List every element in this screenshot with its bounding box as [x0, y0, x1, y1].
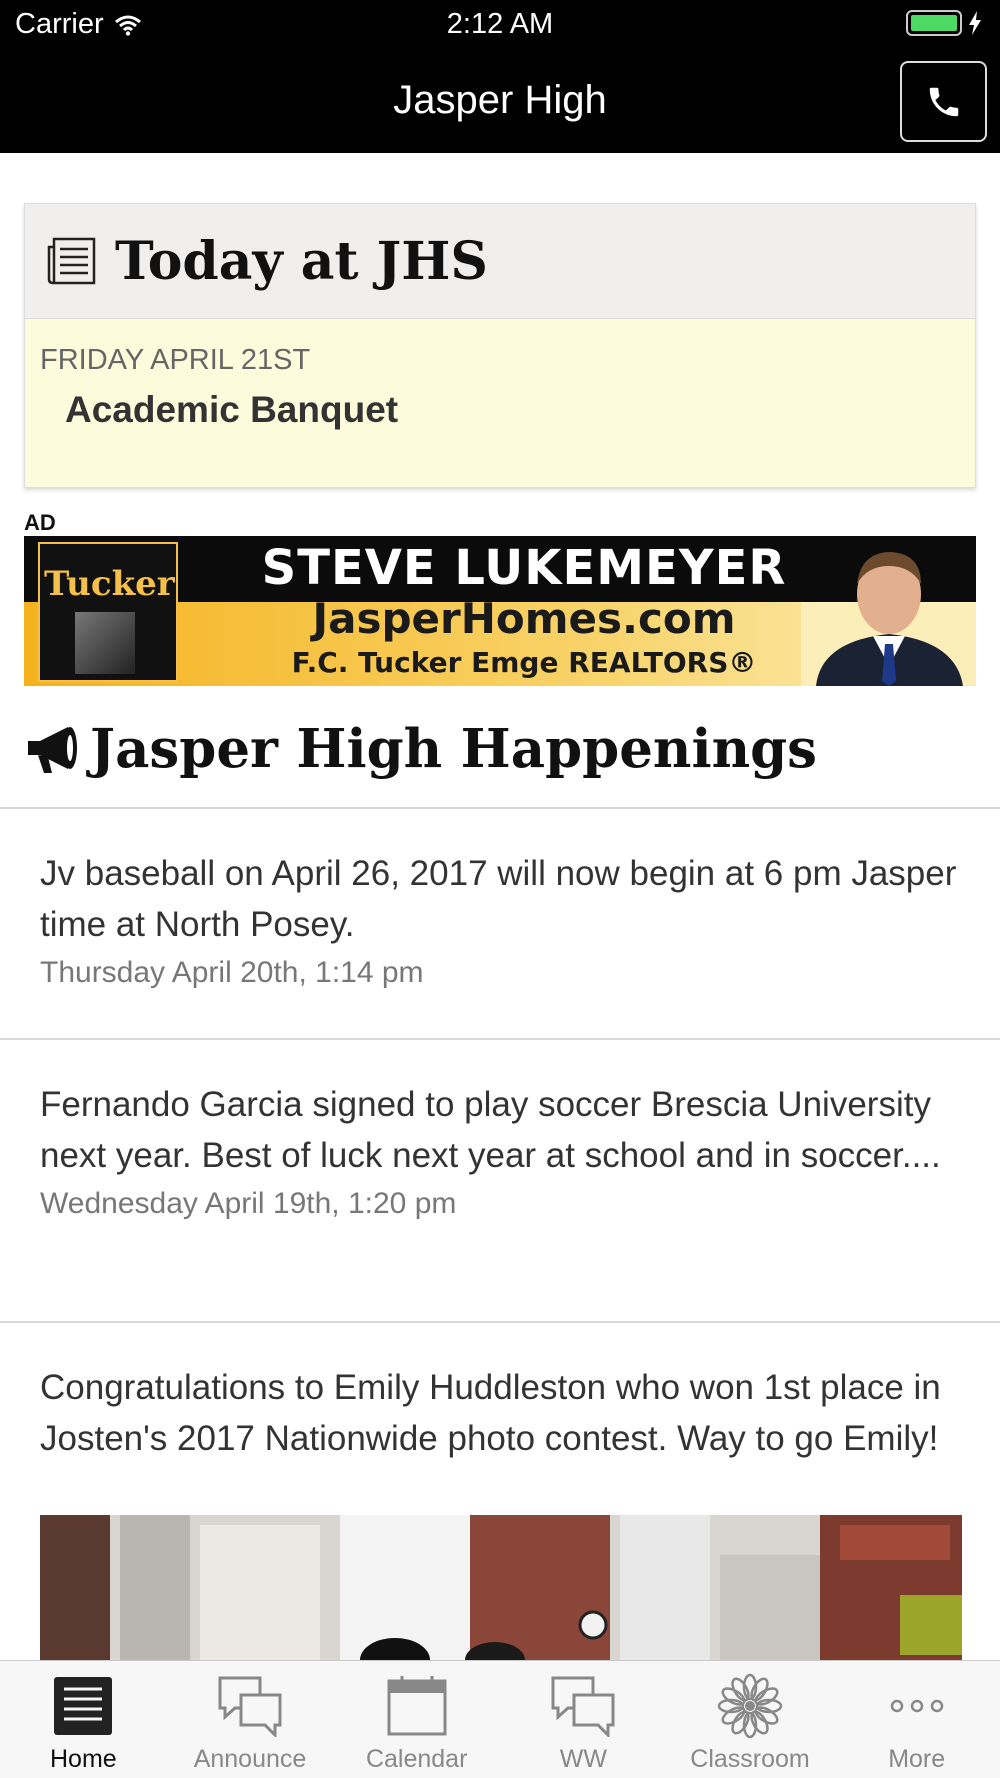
tab-more-label: More	[888, 1745, 946, 1773]
page-title: Jasper High	[393, 78, 607, 122]
ad-banner[interactable]: Tucker STEVE LUKEMEYER JasperHomes.com F…	[24, 536, 976, 686]
feed-item[interactable]: Congratulations to Emily Huddleston who …	[40, 1362, 970, 1464]
tab-more[interactable]: More	[833, 1661, 1000, 1778]
tab-announce-label: Announce	[193, 1745, 307, 1773]
ellipsis-icon	[890, 1699, 943, 1713]
today-card-header: Today at JHS	[25, 204, 975, 319]
battery-icon	[906, 10, 982, 36]
feed-item[interactable]: Jv baseball on April 26, 2017 will now b…	[40, 848, 970, 990]
happenings-title: Jasper High Happenings	[90, 718, 818, 780]
feed-item-photo[interactable]	[40, 1515, 962, 1660]
tab-home-label: Home	[49, 1745, 117, 1773]
tab-calendar[interactable]: Calendar	[333, 1661, 500, 1778]
call-button[interactable]	[900, 61, 987, 142]
newspaper-icon	[47, 237, 96, 285]
chat-bubbles-icon	[218, 1676, 282, 1737]
today-event[interactable]: Academic Banquet	[65, 389, 398, 431]
status-time: 2:12 AM	[446, 8, 554, 40]
tab-bar: Home Announce Calendar WW Classroom More	[0, 1660, 1000, 1778]
ad-website: JasperHomes.com	[312, 594, 736, 643]
ad-logo-text: Tucker	[44, 564, 175, 604]
ad-logo-image	[75, 612, 135, 674]
top-bar: Carrier 2:12 AM Jasper High	[0, 0, 1000, 153]
megaphone-icon	[28, 727, 77, 773]
calendar-icon	[387, 1676, 447, 1736]
tab-ww-label: WW	[559, 1745, 607, 1773]
today-date: FRIDAY APRIL 21ST	[40, 344, 311, 376]
home-list-icon	[54, 1677, 113, 1735]
agent-photo	[801, 536, 976, 686]
today-title: Today at JHS	[115, 230, 488, 292]
tab-home[interactable]: Home	[0, 1661, 167, 1778]
status-bar: Carrier 2:12 AM	[0, 0, 1000, 50]
ad-firm: F.C. Tucker Emge REALTORS®	[291, 646, 757, 679]
happenings-header: Jasper High Happenings	[24, 718, 817, 780]
ad-label: AD	[24, 510, 56, 535]
ad-agent-name: STEVE LUKEMEYER	[261, 540, 787, 596]
tab-calendar-label: Calendar	[365, 1745, 468, 1773]
feed-item-time: Thursday April 20th, 1:14 pm	[40, 956, 424, 989]
divider	[0, 1321, 1000, 1323]
feed-item-text: Fernando Garcia signed to play soccer Br…	[40, 1085, 941, 1175]
tab-classroom[interactable]: Classroom	[667, 1661, 834, 1778]
chat-bubbles-icon	[551, 1676, 615, 1737]
ad-logo: Tucker	[38, 542, 178, 682]
flower-icon	[717, 1673, 783, 1739]
feed-item-text: Jv baseball on April 26, 2017 will now b…	[40, 854, 957, 944]
feed-item-text: Congratulations to Emily Huddleston who …	[40, 1368, 941, 1458]
tab-announce[interactable]: Announce	[167, 1661, 334, 1778]
feed-item-time: Wednesday April 19th, 1:20 pm	[40, 1187, 457, 1220]
divider	[0, 807, 1000, 809]
divider	[0, 1038, 1000, 1040]
charging-bolt-icon	[969, 11, 981, 35]
tab-ww[interactable]: WW	[500, 1661, 667, 1778]
phone-icon	[929, 87, 958, 116]
tab-classroom-label: Classroom	[690, 1745, 810, 1773]
feed-item[interactable]: Fernando Garcia signed to play soccer Br…	[40, 1079, 970, 1221]
today-card[interactable]: Today at JHS FRIDAY APRIL 21ST Academic …	[24, 203, 976, 488]
